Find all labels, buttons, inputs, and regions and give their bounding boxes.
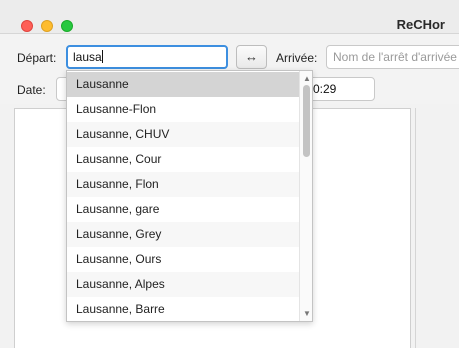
maximize-window-button[interactable] xyxy=(61,20,73,32)
text-caret xyxy=(101,50,103,63)
arrivee-input[interactable]: Nom de l'arrêt d'arrivée xyxy=(326,45,459,69)
split-divider[interactable] xyxy=(415,108,416,348)
time-input[interactable]: 0:29 xyxy=(306,77,375,101)
close-window-button[interactable] xyxy=(21,20,33,32)
swap-arrows-icon: ↔ xyxy=(245,49,258,64)
suggestions-scrollbar[interactable]: ▲ ▼ xyxy=(299,71,312,321)
suggestion-item[interactable]: Lausanne, gare xyxy=(67,197,299,222)
date-label: Date: xyxy=(17,83,46,97)
title-bar: ReCHor xyxy=(0,0,459,34)
time-input-value: 0:29 xyxy=(313,82,337,96)
suggestion-item[interactable]: Lausanne, Alpes xyxy=(67,272,299,297)
arrivee-placeholder: Nom de l'arrêt d'arrivée xyxy=(333,50,457,64)
depart-input[interactable]: lausa xyxy=(66,45,228,69)
window-title: ReCHor xyxy=(396,17,445,32)
suggestion-item[interactable]: Lausanne, Barre xyxy=(67,297,299,321)
suggestion-item[interactable]: Lausanne, Cour xyxy=(67,147,299,172)
depart-input-value: lausa xyxy=(73,50,102,64)
chevron-up-icon[interactable]: ▲ xyxy=(300,73,312,85)
suggestion-item[interactable]: Lausanne, Flon xyxy=(67,172,299,197)
scrollbar-thumb[interactable] xyxy=(303,85,310,157)
suggestion-item[interactable]: Lausanne, Ours xyxy=(67,247,299,272)
minimize-window-button[interactable] xyxy=(41,20,53,32)
depart-label: Départ: xyxy=(17,51,57,65)
suggestion-item[interactable]: Lausanne, Grey xyxy=(67,222,299,247)
stop-suggestions-popup: Lausanne Lausanne-Flon Lausanne, CHUV La… xyxy=(66,70,313,322)
app-window: ReCHor Départ: lausa ↔ Arrivée: Nom de l… xyxy=(0,0,459,348)
suggestion-item[interactable]: Lausanne-Flon xyxy=(67,97,299,122)
chevron-down-icon[interactable]: ▼ xyxy=(300,308,312,320)
swap-stops-button[interactable]: ↔ xyxy=(236,45,267,69)
suggestion-item[interactable]: Lausanne xyxy=(67,72,299,97)
suggestion-item[interactable]: Lausanne, CHUV xyxy=(67,122,299,147)
arrivee-label: Arrivée: xyxy=(276,51,318,65)
